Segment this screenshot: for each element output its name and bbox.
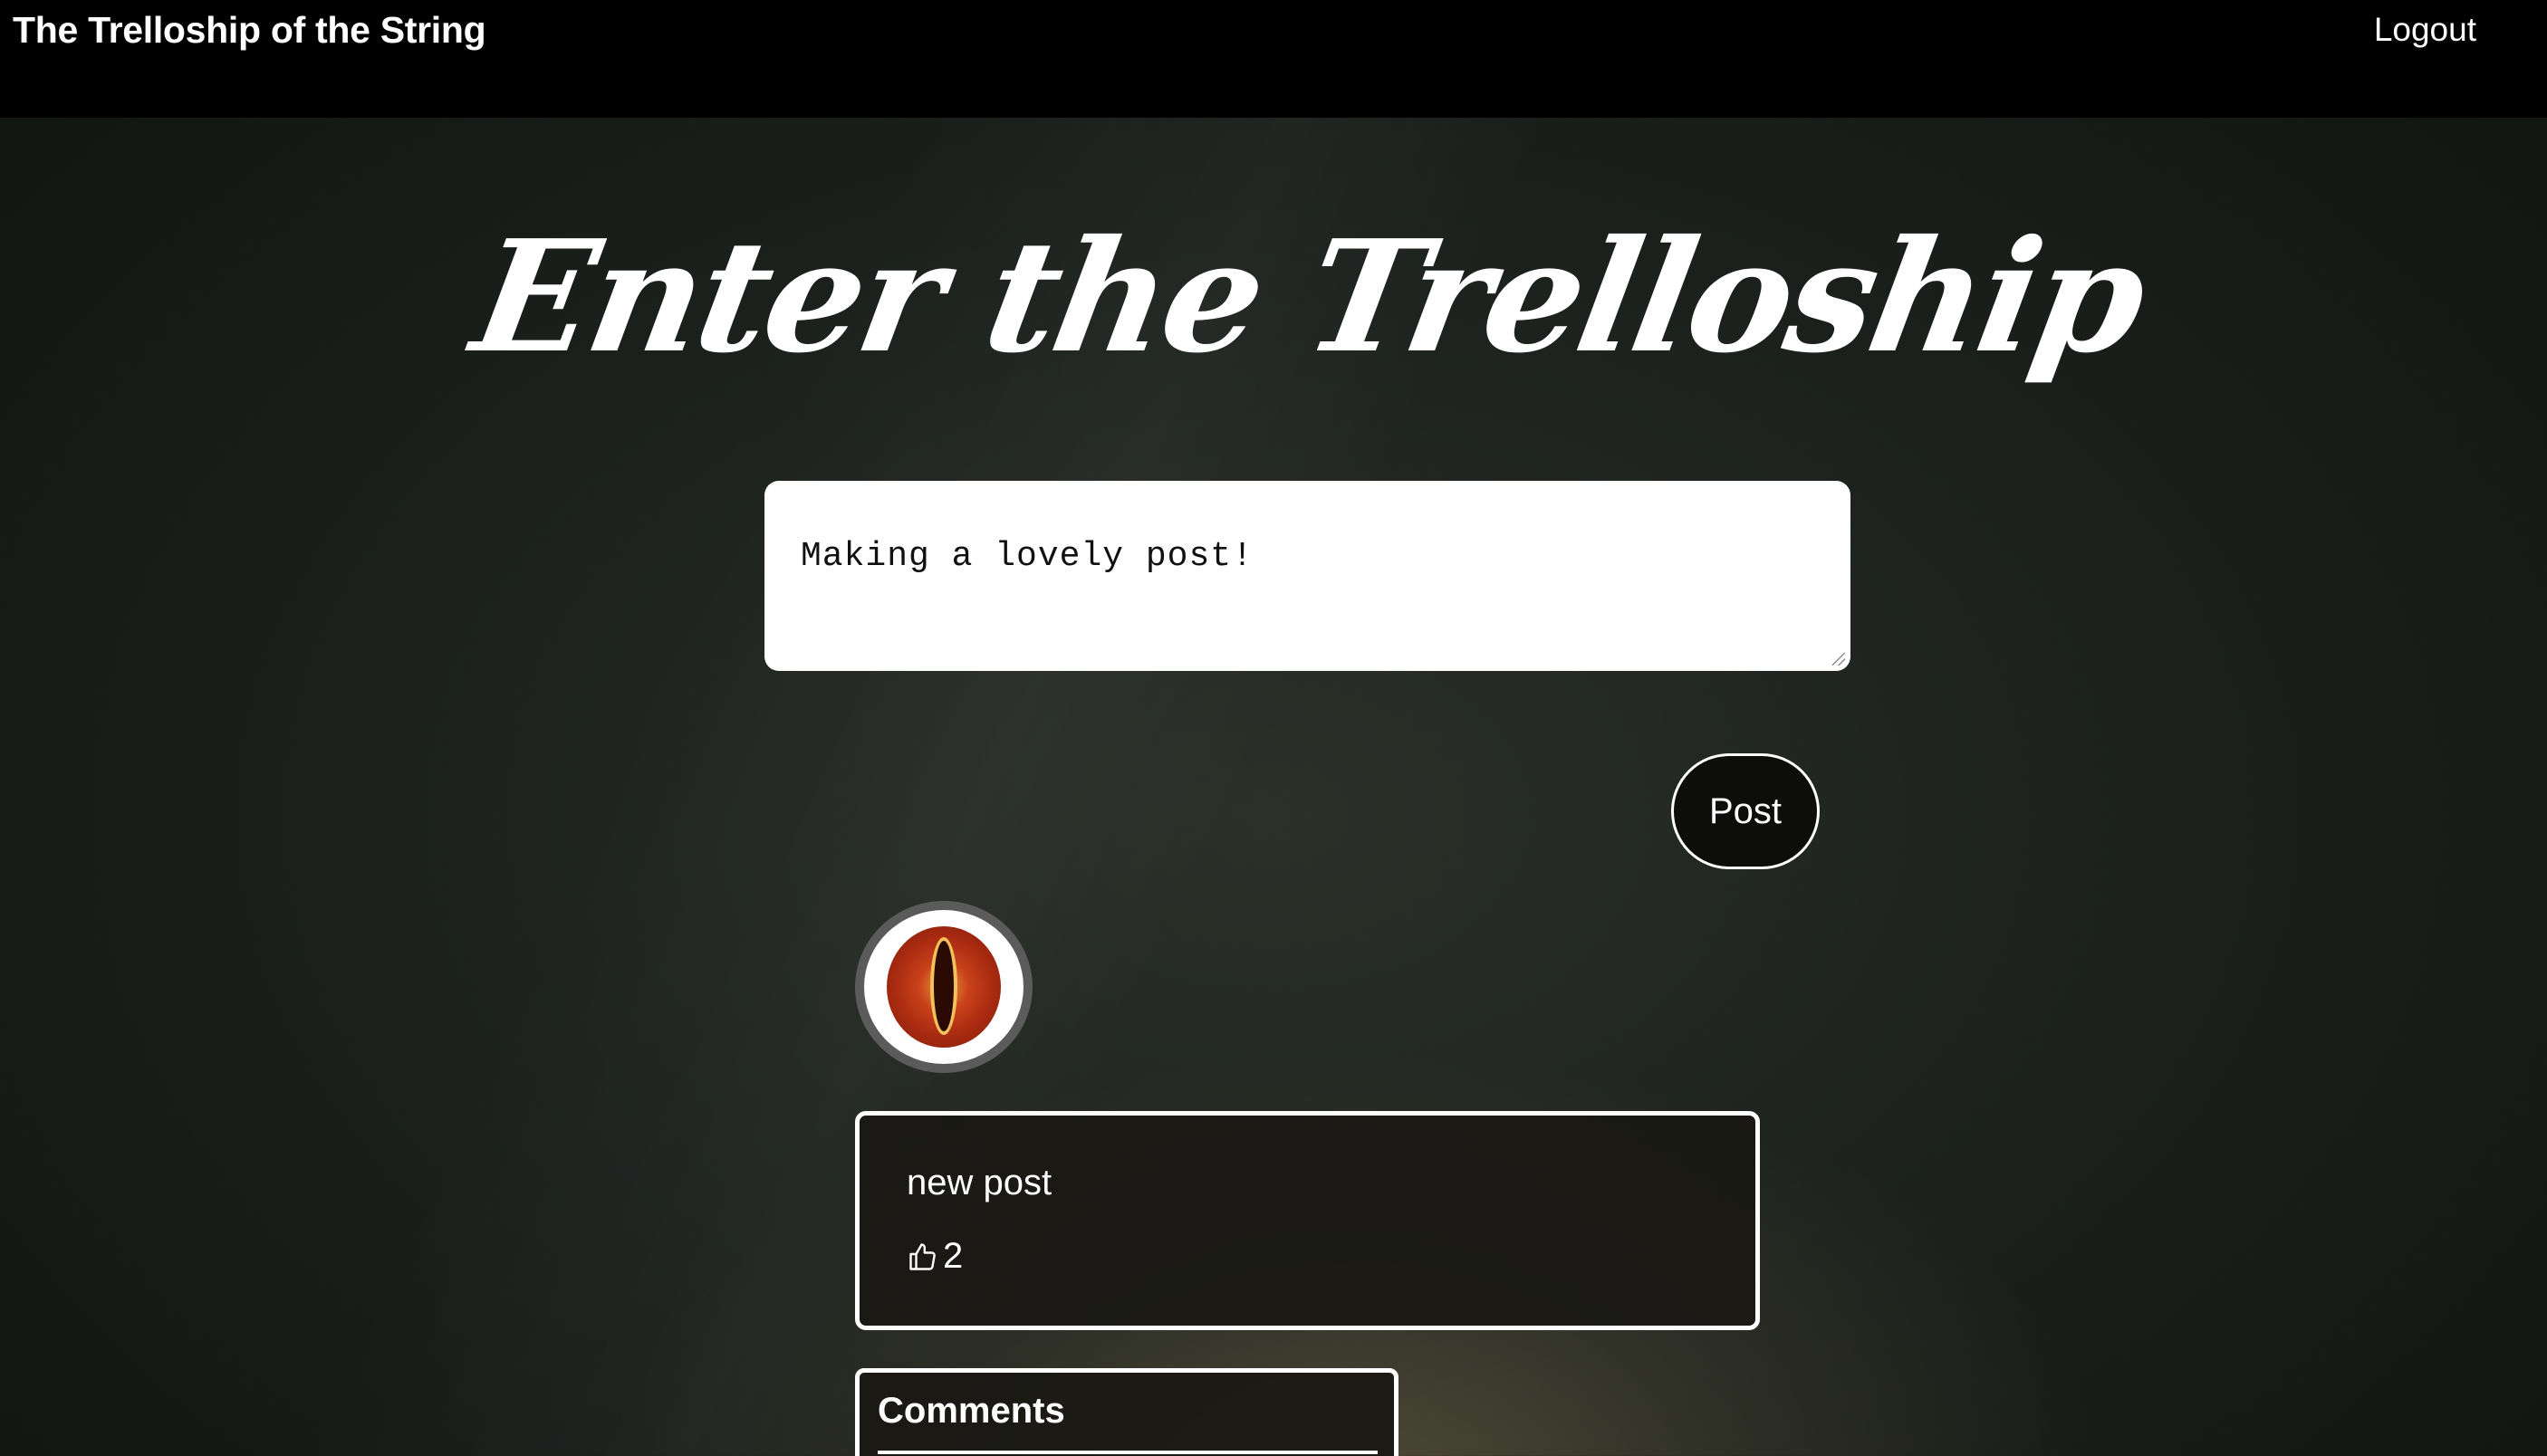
post-textarea-value: Making a lovely post! xyxy=(801,537,1254,576)
eye-pupil xyxy=(934,941,954,1031)
thumbs-up-icon[interactable] xyxy=(907,1240,939,1273)
like-count: 2 xyxy=(943,1236,964,1276)
comments-heading: Comments xyxy=(878,1391,1065,1431)
like-button[interactable]: 2 xyxy=(907,1236,963,1277)
avatar[interactable] xyxy=(855,901,1033,1073)
post-card: new post 2 xyxy=(855,1111,1760,1330)
logout-link[interactable]: Logout xyxy=(2374,7,2476,53)
comments-section: Comments xyxy=(855,1368,1398,1456)
site-brand[interactable]: The Trelloship of the String xyxy=(13,7,486,53)
page-title: Enter the Trelloship xyxy=(461,206,2157,388)
eye-of-sauron-icon xyxy=(887,926,1001,1048)
resize-handle-icon[interactable] xyxy=(1832,653,1845,666)
post-text: new post xyxy=(907,1163,1052,1202)
post-textarea[interactable]: Making a lovely post! xyxy=(764,481,1850,671)
comments-divider xyxy=(878,1451,1378,1454)
top-navbar: The Trelloship of the String Logout xyxy=(0,0,2547,118)
avatar-frame xyxy=(864,910,1024,1064)
post-button[interactable]: Post xyxy=(1671,753,1820,869)
